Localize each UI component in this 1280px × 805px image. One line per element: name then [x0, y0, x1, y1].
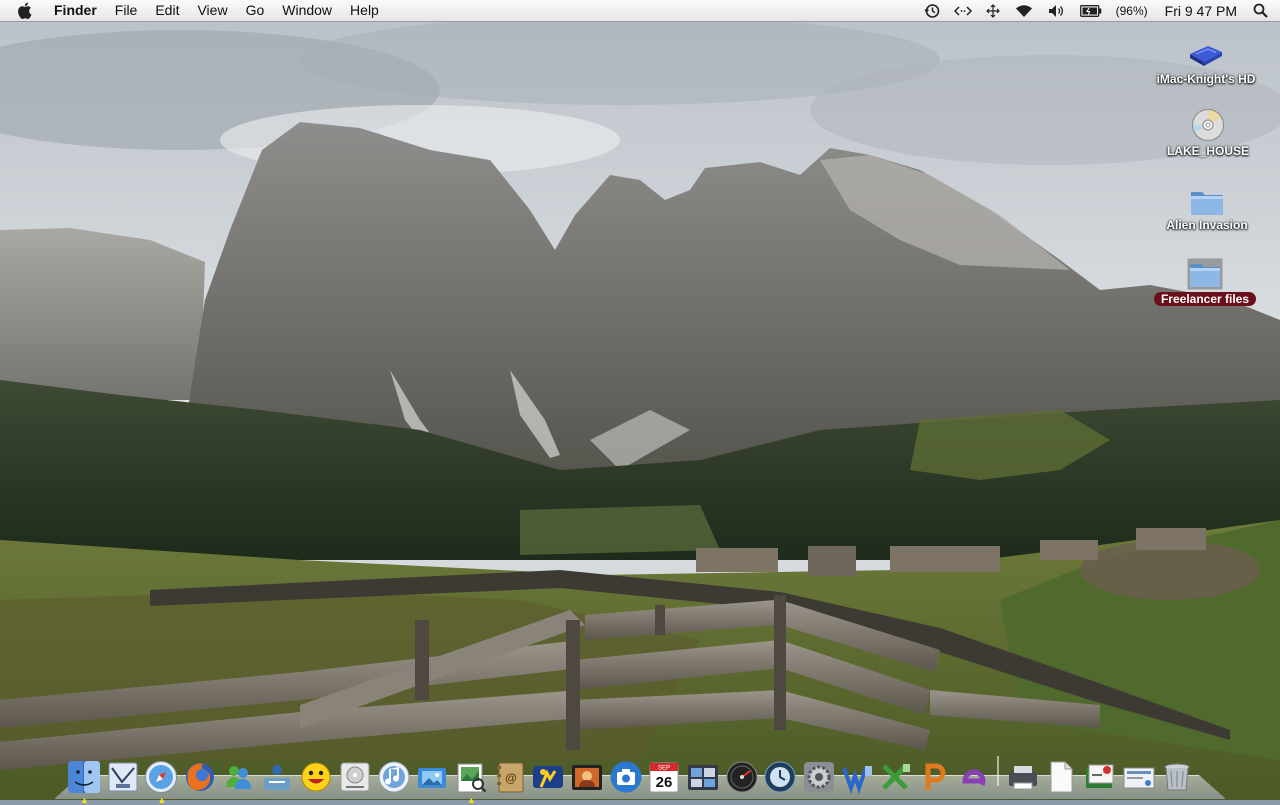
time-machine-icon[interactable] [917, 0, 947, 21]
menu-edit[interactable]: Edit [146, 0, 188, 21]
menu-help[interactable]: Help [341, 0, 388, 21]
desktop-icon-label: LAKE_HOUSE [1166, 144, 1249, 158]
menu-extras: (96%) Fri 9 47 PM [917, 0, 1280, 21]
dvd-player-icon [340, 762, 370, 792]
battery-icon[interactable] [1073, 0, 1109, 21]
app-menu-finder[interactable]: Finder [45, 0, 106, 21]
dock-address-book[interactable]: @ [492, 756, 528, 794]
dock-separator [996, 756, 999, 786]
mail-stack-icon [1123, 767, 1155, 789]
address-book-icon: @ [496, 762, 524, 793]
dock-photo-booth[interactable] [569, 756, 605, 794]
menu-go[interactable]: Go [237, 0, 274, 21]
dock-mail-stack[interactable] [1121, 756, 1157, 794]
dock-downloads-stack[interactable] [1082, 756, 1118, 794]
dock-preview[interactable]: ▲ [453, 756, 489, 805]
dock: ▲ ▲ ▲ @ SEP 26 [66, 748, 1198, 805]
yahoo-messenger-icon [301, 762, 331, 792]
mail-icon [108, 762, 138, 792]
desktop-icon-label: Alien Invasion [1166, 218, 1248, 232]
volume-icon[interactable] [1041, 0, 1073, 21]
dock-microsoft-entourage[interactable] [956, 756, 992, 794]
desktop-icon-folder-alien-invasion[interactable]: Alien Invasion [1147, 178, 1267, 232]
dock-itunes[interactable] [376, 756, 412, 794]
disc-icon [1191, 104, 1225, 142]
running-indicator: ▲ [466, 795, 476, 805]
dock-yahoo-messenger[interactable] [298, 756, 334, 794]
photo-booth-icon [571, 765, 602, 790]
system-preferences-icon [804, 762, 835, 792]
dock-safari[interactable]: ▲ [143, 756, 179, 805]
dock-system-preferences[interactable] [801, 756, 837, 794]
dock-dvd-player[interactable] [337, 756, 373, 794]
running-indicator: ▲ [80, 795, 89, 805]
spotlight-search-icon[interactable] [1247, 0, 1280, 21]
desktop-icon-folder-freelancer-files[interactable]: Freelancer files [1145, 252, 1265, 306]
dock-microsoft-powerpoint[interactable] [917, 756, 953, 794]
dock-microsoft-excel[interactable] [878, 756, 914, 794]
excel-icon [882, 764, 911, 790]
time-machine-app-icon [764, 761, 796, 793]
firefox-icon [186, 763, 215, 791]
menu-bar: Finder File Edit View Go Window Help (96… [0, 0, 1280, 22]
ical-day: 26 [656, 774, 673, 791]
dock-spaces[interactable] [685, 756, 721, 794]
dock-time-machine[interactable] [762, 756, 798, 794]
menu-file[interactable]: File [106, 0, 147, 21]
dock-finder[interactable]: ▲ [66, 756, 102, 805]
word-icon [841, 766, 872, 794]
running-indicator: ▲ [157, 795, 167, 805]
document-icon [1050, 761, 1073, 793]
remote-desktop-icon[interactable] [947, 0, 979, 21]
desktop-icon-hard-drive[interactable]: iMac-Knight's HD [1146, 32, 1266, 86]
dock-image-capture[interactable] [608, 756, 644, 794]
desktop-icon-disc[interactable]: LAKE_HOUSE [1148, 104, 1268, 158]
dock-migration-assistant[interactable] [259, 756, 295, 794]
entourage-icon [962, 769, 986, 787]
wifi-icon[interactable] [1007, 0, 1041, 21]
menu-view[interactable]: View [188, 0, 236, 21]
iphoto-icon [418, 768, 447, 788]
dock-msn-messenger[interactable] [221, 756, 257, 794]
camera-icon [610, 761, 642, 793]
downloads-stack-icon [1085, 764, 1114, 788]
finder-icon [68, 761, 100, 793]
dock-ichat[interactable] [530, 756, 566, 794]
trash-icon [1164, 763, 1190, 791]
dock-printer[interactable] [1005, 756, 1041, 794]
folder-icon [1190, 178, 1224, 216]
desktop-icon-label: iMac-Knight's HD [1156, 72, 1256, 86]
powerpoint-icon [925, 763, 946, 790]
dock-iphoto[interactable] [414, 756, 450, 794]
dock-firefox[interactable] [182, 756, 218, 794]
dock-trash[interactable] [1159, 756, 1195, 794]
spaces-icon [688, 765, 718, 790]
menubar-clock[interactable]: Fri 9 47 PM [1155, 0, 1247, 21]
itunes-icon [378, 761, 409, 793]
dock-dashboard[interactable] [724, 756, 760, 794]
ical-month: SEP [658, 766, 670, 772]
dock-ical[interactable]: SEP 26 [646, 756, 682, 794]
migration-assistant-icon [264, 765, 291, 790]
dock-documents-stack[interactable] [1043, 756, 1079, 794]
dashboard-icon [726, 761, 758, 793]
desktop-wallpaper [0, 0, 1280, 800]
apple-menu-icon[interactable] [17, 2, 39, 19]
svg-text:@: @ [505, 771, 517, 785]
ichat-icon [533, 766, 564, 788]
hard-drive-icon [1186, 32, 1226, 70]
dock-microsoft-word[interactable] [840, 756, 876, 794]
desktop-icon-label: Freelancer files [1153, 292, 1257, 306]
messenger-icon [225, 766, 251, 789]
dock-mail[interactable] [105, 756, 141, 794]
preview-icon [457, 763, 487, 793]
printer-icon [1008, 766, 1037, 790]
folder-icon [1187, 252, 1223, 290]
battery-percent: (96%) [1115, 3, 1148, 18]
ical-icon: SEP 26 [649, 762, 679, 793]
bluetooth-icon[interactable] [979, 0, 1007, 21]
menu-window[interactable]: Window [273, 0, 341, 21]
safari-icon [145, 761, 178, 793]
